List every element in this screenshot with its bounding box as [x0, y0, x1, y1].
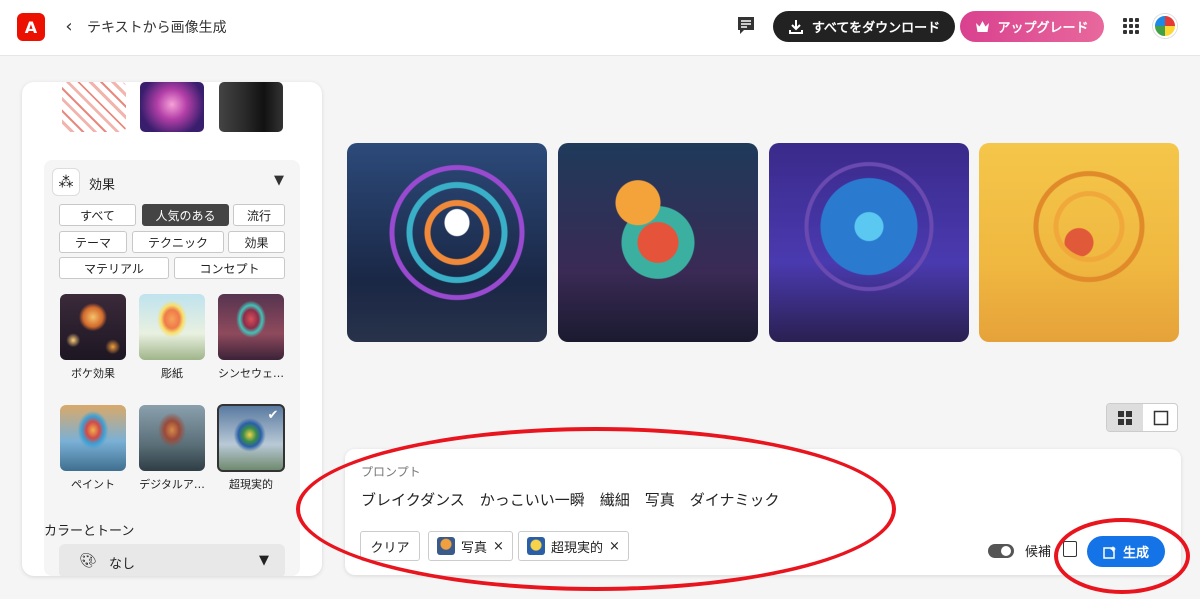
style-label: デジタルア…: [139, 478, 205, 491]
remove-tag-icon[interactable]: ×: [493, 539, 504, 554]
filter-chip-all[interactable]: すべて: [59, 204, 136, 226]
style-tag-surreal: 超現実的 ×: [518, 531, 629, 561]
generated-image[interactable]: [769, 143, 969, 342]
effects-title: 効果: [89, 178, 116, 193]
generate-button[interactable]: 生成: [1087, 536, 1165, 567]
prompt-panel: プロンプト ブレイクダンス かっこいい一瞬 繊細 写真 ダイナミック クリア 写…: [345, 449, 1181, 575]
adobe-logo[interactable]: A: [17, 13, 45, 41]
style-tile-paper[interactable]: [139, 294, 205, 360]
single-view-icon[interactable]: [1143, 404, 1177, 431]
style-thumbnail[interactable]: [140, 82, 204, 132]
download-all-label: すべてをダウンロード: [811, 21, 941, 36]
upgrade-label: アップグレード: [997, 21, 1089, 36]
page-title: テキストから画像生成: [87, 20, 227, 36]
history-icon[interactable]: [1063, 541, 1077, 557]
palette-icon: 🎨︎: [79, 553, 97, 569]
color-tone-value: なし: [109, 557, 136, 572]
settings-panel: ⁂ 効果 ▼ すべて 人気のある 流行 テーマ テクニック 効果 マテリアル コ…: [22, 82, 322, 576]
generated-image[interactable]: [979, 143, 1179, 342]
style-thumbnail[interactable]: [62, 82, 126, 132]
filter-chip-trending[interactable]: 流行: [233, 204, 285, 226]
apps-grid-icon[interactable]: [1123, 18, 1139, 34]
candidates-label: 候補: [1025, 545, 1052, 560]
filter-chip-technique[interactable]: テクニック: [132, 231, 224, 253]
generated-image[interactable]: [347, 143, 547, 342]
upgrade-button[interactable]: アップグレード: [960, 11, 1104, 42]
color-tone-title: カラーとトーン: [44, 524, 135, 539]
style-label: 彫紙: [161, 367, 183, 380]
chevron-down-icon: ▼: [259, 553, 269, 568]
tag-thumbnail: [437, 537, 455, 555]
back-chevron-icon[interactable]: ‹: [60, 15, 78, 39]
prompt-label: プロンプト: [361, 465, 421, 479]
grid-view-icon[interactable]: [1107, 404, 1143, 431]
download-icon: [788, 19, 803, 34]
filter-chip-material[interactable]: マテリアル: [59, 257, 169, 279]
style-tile-surreal[interactable]: ✔: [217, 404, 285, 472]
style-thumbnail[interactable]: [219, 82, 283, 132]
tag-thumbnail: [527, 537, 545, 555]
style-label: ペイント: [71, 478, 115, 491]
generate-icon: [1103, 545, 1116, 559]
clear-button[interactable]: クリア: [360, 531, 420, 561]
avatar[interactable]: [1153, 14, 1177, 38]
style-label: ボケ効果: [71, 367, 115, 380]
generated-image[interactable]: [558, 143, 758, 342]
filter-chip-popular[interactable]: 人気のある: [142, 204, 229, 226]
candidates-toggle[interactable]: [988, 544, 1014, 558]
style-tile-synthwave[interactable]: [218, 294, 284, 360]
color-tone-select[interactable]: 🎨︎ なし ▼: [59, 544, 285, 576]
tag-label: 写真: [461, 540, 488, 556]
style-label: シンセウェ…: [218, 367, 284, 380]
chevron-down-icon[interactable]: ▼: [274, 173, 284, 188]
remove-tag-icon[interactable]: ×: [609, 539, 620, 554]
comment-icon[interactable]: [736, 15, 756, 37]
style-label: 超現実的: [229, 478, 273, 491]
effects-icon: ⁂: [52, 168, 80, 196]
view-toggle: [1106, 403, 1178, 432]
prompt-input[interactable]: ブレイクダンス かっこいい一瞬 繊細 写真 ダイナミック: [361, 489, 780, 510]
check-icon: ✔: [267, 408, 279, 423]
filter-chip-effect[interactable]: 効果: [228, 231, 285, 253]
download-all-button[interactable]: すべてをダウンロード: [773, 11, 955, 42]
filter-chip-theme[interactable]: テーマ: [59, 231, 127, 253]
tag-label: 超現実的: [551, 540, 604, 556]
style-tile-bokeh[interactable]: [60, 294, 126, 360]
top-bar: A ‹ テキストから画像生成 すべてをダウンロード アップグレード: [0, 0, 1200, 56]
generate-label: 生成: [1122, 546, 1149, 561]
style-tile-paint[interactable]: [60, 405, 126, 471]
crown-icon: [976, 21, 990, 32]
style-tile-digital-art[interactable]: [139, 405, 205, 471]
filter-chip-concept[interactable]: コンセプト: [174, 257, 285, 279]
style-tag-photo: 写真 ×: [428, 531, 513, 561]
